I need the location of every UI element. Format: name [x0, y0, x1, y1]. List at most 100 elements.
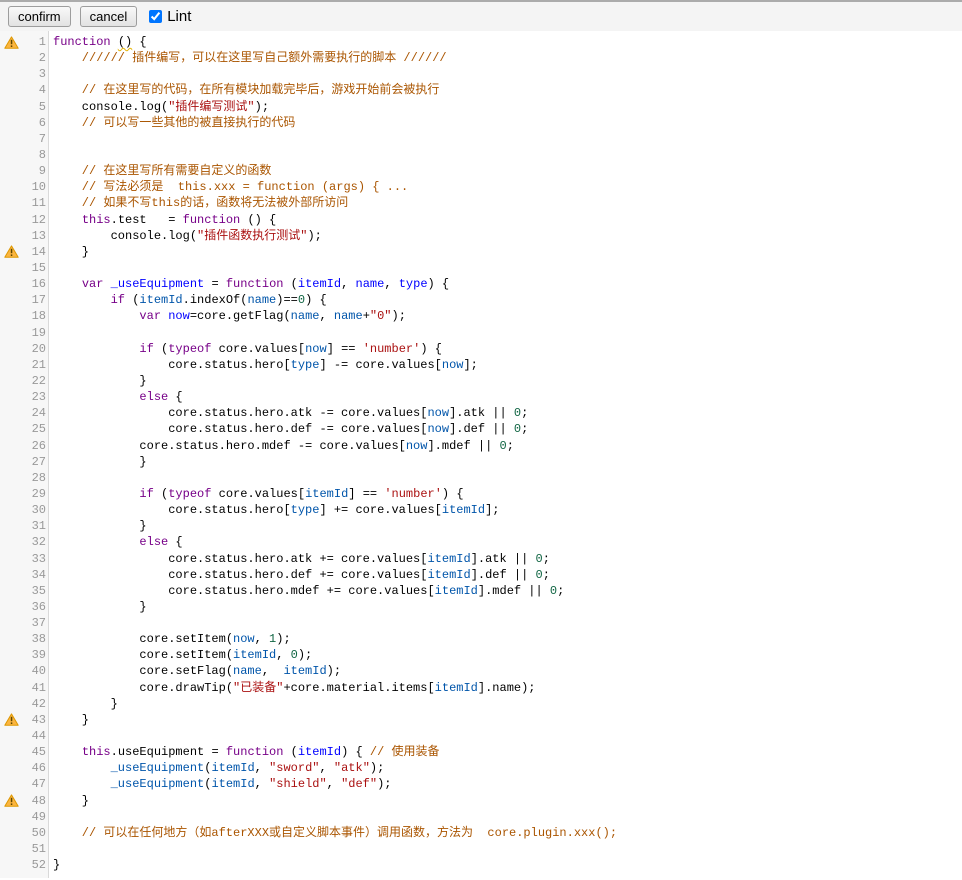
line-number: 35: [22, 583, 46, 599]
code-line[interactable]: 16 var _useEquipment = function (itemId,…: [0, 276, 962, 292]
lint-warning-icon[interactable]: [4, 36, 19, 49]
code-line[interactable]: 24 core.status.hero.atk -= core.values[n…: [0, 405, 962, 421]
code-line[interactable]: 25 core.status.hero.def -= core.values[n…: [0, 421, 962, 437]
code-line-text: core.setItem(itemId, 0);: [46, 647, 962, 663]
line-number: 32: [22, 534, 46, 550]
code-line-text: core.status.hero.atk += core.values[item…: [46, 551, 962, 567]
code-line[interactable]: 34 core.status.hero.def += core.values[i…: [0, 567, 962, 583]
code-line[interactable]: 26 core.status.hero.mdef -= core.values[…: [0, 438, 962, 454]
code-line[interactable]: 38 core.setItem(now, 1);: [0, 631, 962, 647]
code-line[interactable]: 15: [0, 260, 962, 276]
code-token: core.setFlag(: [53, 664, 233, 678]
code-line[interactable]: 31 }: [0, 518, 962, 534]
code-token: 0: [499, 439, 506, 453]
cancel-button[interactable]: cancel: [80, 6, 138, 27]
code-line[interactable]: 32 else {: [0, 534, 962, 550]
code-line[interactable]: 28: [0, 470, 962, 486]
code-token: ].mdef ||: [478, 584, 550, 598]
line-number: 4: [22, 82, 46, 98]
code-line[interactable]: 40 core.setFlag(name, itemId);: [0, 663, 962, 679]
code-line-text: }: [46, 712, 962, 728]
code-line[interactable]: 10 // 写法必须是 this.xxx = function (args) {…: [0, 179, 962, 195]
code-line[interactable]: 14 }: [0, 244, 962, 260]
code-token: itemId: [435, 584, 478, 598]
code-token: // 使用装备: [370, 745, 440, 759]
code-line[interactable]: 43 }: [0, 712, 962, 728]
code-line[interactable]: 30 core.status.hero[type] += core.values…: [0, 502, 962, 518]
line-number: 2: [22, 50, 46, 66]
code-token: +: [363, 309, 370, 323]
code-line[interactable]: 42 }: [0, 696, 962, 712]
code-line[interactable]: 29 if (typeof core.values[itemId] == 'nu…: [0, 486, 962, 502]
code-line[interactable]: 33 core.status.hero.atk += core.values[i…: [0, 551, 962, 567]
code-token: console.log(: [53, 100, 168, 114]
code-line[interactable]: 46 _useEquipment(itemId, "sword", "atk")…: [0, 760, 962, 776]
code-line-text: }: [46, 696, 962, 712]
code-line[interactable]: 39 core.setItem(itemId, 0);: [0, 647, 962, 663]
code-line-text: [46, 728, 962, 744]
code-line[interactable]: 19: [0, 325, 962, 341]
lint-checkbox[interactable]: [149, 10, 162, 23]
code-line[interactable]: 22 }: [0, 373, 962, 389]
code-line[interactable]: 4 // 在这里写的代码，在所有模块加载完毕后，游戏开始前会被执行: [0, 82, 962, 98]
code-token: core.status.hero.mdef += core.values[: [53, 584, 435, 598]
lint-marker-cell-empty: [0, 308, 22, 324]
code-line[interactable]: 17 if (itemId.indexOf(name)==0) {: [0, 292, 962, 308]
code-line[interactable]: 45 this.useEquipment = function (itemId)…: [0, 744, 962, 760]
code-line[interactable]: 47 _useEquipment(itemId, "shield", "def"…: [0, 776, 962, 792]
lint-warning-icon[interactable]: [4, 794, 19, 807]
code-line[interactable]: 27 }: [0, 454, 962, 470]
lint-warning-icon[interactable]: [4, 713, 19, 726]
line-number: 7: [22, 131, 46, 147]
lint-marker-cell-empty: [0, 292, 22, 308]
code-line[interactable]: 18 var now=core.getFlag(name, name+"0");: [0, 308, 962, 324]
confirm-button[interactable]: confirm: [8, 6, 71, 27]
line-number: 37: [22, 615, 46, 631]
code-line[interactable]: 50 // 可以在任何地方（如afterXXX或自定义脚本事件）调用函数，方法为…: [0, 825, 962, 841]
code-line[interactable]: 7: [0, 131, 962, 147]
code-line[interactable]: 12 this.test = function () {: [0, 212, 962, 228]
code-line[interactable]: 35 core.status.hero.mdef += core.values[…: [0, 583, 962, 599]
code-line[interactable]: 1function () {: [0, 34, 962, 50]
code-token: core.status.hero[: [53, 358, 291, 372]
code-token: now: [427, 422, 449, 436]
lint-warning-icon[interactable]: [4, 245, 19, 258]
code-editor[interactable]: 1function () {2 ////// 插件编写，可以在这里写自己额外需要…: [0, 31, 962, 878]
code-token: }: [53, 600, 147, 614]
code-line[interactable]: 41 core.drawTip("已装备"+core.material.item…: [0, 680, 962, 696]
lint-marker-cell-empty: [0, 66, 22, 82]
code-token: else: [139, 390, 168, 404]
code-token: );: [298, 648, 312, 662]
code-line[interactable]: 5 console.log("插件编写测试");: [0, 99, 962, 115]
code-line[interactable]: 2 ////// 插件编写，可以在这里写自己额外需要执行的脚本 //////: [0, 50, 962, 66]
code-line[interactable]: 52}: [0, 857, 962, 873]
code-token: ,: [341, 277, 355, 291]
code-line[interactable]: 8: [0, 147, 962, 163]
code-line[interactable]: 36 }: [0, 599, 962, 615]
code-line[interactable]: 48 }: [0, 793, 962, 809]
code-line-text: core.status.hero[type] += core.values[it…: [46, 502, 962, 518]
lint-marker-cell-empty: [0, 421, 22, 437]
code-line[interactable]: 13 console.log("插件函数执行测试");: [0, 228, 962, 244]
code-token: type: [291, 503, 320, 517]
code-line[interactable]: 3: [0, 66, 962, 82]
code-line[interactable]: 21 core.status.hero[type] -= core.values…: [0, 357, 962, 373]
lint-marker-cell-empty: [0, 518, 22, 534]
code-token: core.values[: [211, 342, 305, 356]
code-line[interactable]: 6 // 可以写一些其他的被直接执行的代码: [0, 115, 962, 131]
code-token: ];: [463, 358, 477, 372]
code-line[interactable]: 49: [0, 809, 962, 825]
lint-toggle[interactable]: Lint: [149, 8, 191, 25]
code-line[interactable]: 51: [0, 841, 962, 857]
code-token: [53, 213, 82, 227]
code-token: +core.material.items[: [283, 681, 434, 695]
code-line[interactable]: 9 // 在这里写所有需要自定义的函数: [0, 163, 962, 179]
code-line[interactable]: 20 if (typeof core.values[now] == 'numbe…: [0, 341, 962, 357]
line-number: 29: [22, 486, 46, 502]
code-line[interactable]: 23 else {: [0, 389, 962, 405]
code-token: }: [53, 374, 147, 388]
code-line[interactable]: 44: [0, 728, 962, 744]
code-token: itemId: [435, 681, 478, 695]
code-line[interactable]: 11 // 如果不写this的话，函数将无法被外部所访问: [0, 195, 962, 211]
code-line[interactable]: 37: [0, 615, 962, 631]
